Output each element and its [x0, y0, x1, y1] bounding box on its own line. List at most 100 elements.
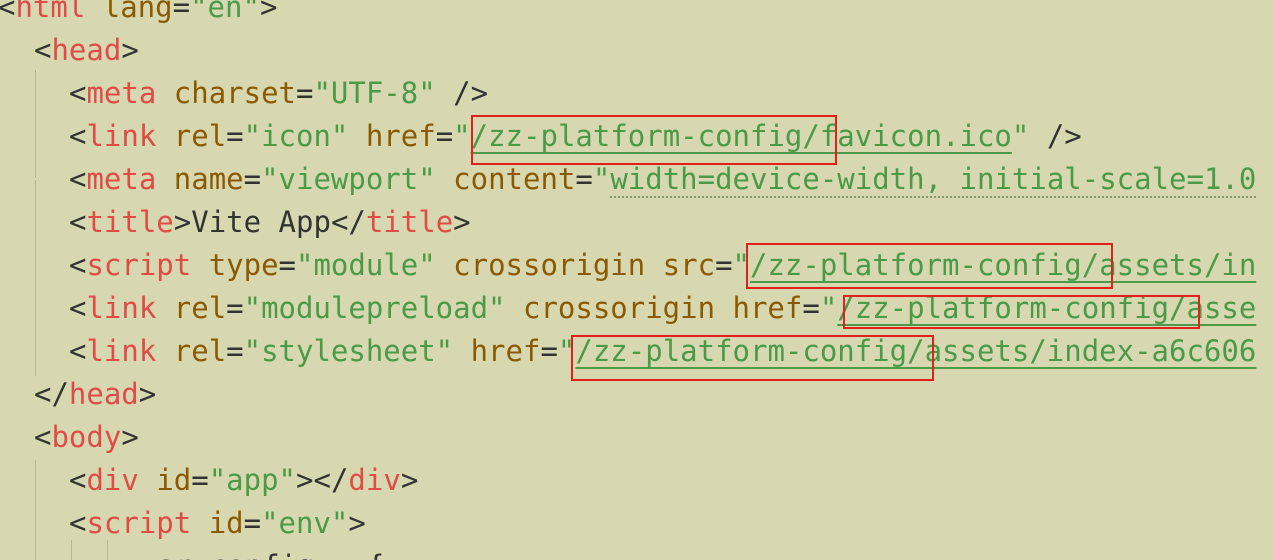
highlight-box	[471, 115, 837, 165]
punct: <	[0, 0, 16, 24]
tag-name: script	[86, 506, 192, 540]
attr-name: id	[191, 506, 244, 540]
punct: >	[348, 506, 366, 540]
attr-value: "UTF-8"	[313, 76, 436, 110]
punct: </	[34, 377, 69, 411]
tag-name: title	[365, 205, 454, 239]
punct: <	[69, 119, 87, 153]
highlight-box	[746, 243, 1113, 289]
tag-name: body	[51, 420, 122, 454]
punct: <	[69, 334, 87, 368]
attr-name: name	[156, 162, 244, 196]
punct: <	[69, 463, 87, 497]
attr-name: charset	[156, 76, 296, 110]
punct: =	[278, 248, 297, 282]
code-text: var config = {	[140, 549, 384, 560]
quote: "	[592, 162, 611, 196]
punct: =	[172, 0, 191, 24]
punct: >	[400, 463, 419, 497]
attr-name: id	[138, 463, 192, 497]
code-line-head-close: </head>	[34, 373, 156, 416]
tag-name: div	[348, 463, 401, 497]
punct: <	[69, 248, 87, 282]
punct: =	[802, 291, 820, 325]
attr-name: href	[453, 334, 541, 368]
punct: >	[173, 205, 192, 239]
punct: =	[226, 119, 244, 153]
attr-value: "viewport"	[261, 162, 436, 196]
punct: =	[226, 291, 244, 325]
punct: />	[435, 76, 489, 110]
attr-name: rel	[156, 334, 227, 368]
tag-name: div	[86, 463, 139, 497]
quote: "	[453, 119, 471, 153]
code-editor[interactable]: <html lang="en"> <head> <meta charset="U…	[0, 0, 1273, 560]
highlight-box	[571, 335, 934, 381]
punct: <	[69, 506, 87, 540]
punct: <	[69, 291, 87, 325]
tag-name: link	[86, 119, 157, 153]
attr-value: "en"	[190, 0, 260, 24]
attr-name: type	[191, 248, 279, 282]
attr-name: rel	[156, 291, 227, 325]
punct: =	[575, 162, 593, 196]
code-line-script-env: <script id="env">	[69, 502, 366, 545]
punct: =	[226, 334, 244, 368]
punct: =	[435, 119, 454, 153]
attr-value: "app"	[208, 463, 297, 497]
tag-name: meta	[86, 162, 157, 196]
attr-name: href	[348, 119, 436, 153]
code-line-div-app: <div id="app"></div>	[69, 459, 418, 502]
punct: >	[121, 33, 139, 67]
attr-value: "modulepreload"	[243, 291, 506, 325]
tag-name: html	[15, 0, 86, 24]
tag-name: link	[86, 291, 157, 325]
indent-guide	[35, 70, 36, 178]
punct: >	[259, 0, 278, 24]
punct: >	[296, 463, 314, 497]
tag-name: title	[86, 205, 174, 239]
attr-value: width=device-width, initial-scale=1.0	[610, 162, 1257, 198]
attr-name: src	[645, 248, 716, 282]
punct: =	[243, 506, 262, 540]
punct: =	[540, 334, 558, 368]
tag-name: head	[68, 377, 139, 411]
code-line-meta-charset: <meta charset="UTF-8" />	[69, 72, 488, 115]
code-line-head-open: <head>	[34, 29, 139, 72]
attr-value: "env"	[261, 506, 349, 540]
indent-guide	[35, 180, 36, 376]
punct: =	[296, 76, 314, 110]
punct: </	[313, 463, 349, 497]
title-text: Vite App	[191, 205, 331, 239]
punct: <	[69, 162, 87, 196]
punct: <	[69, 76, 87, 110]
punct: <	[34, 33, 52, 67]
code-line-config-var: var config = {	[140, 545, 384, 560]
attr-name: rel	[156, 119, 227, 153]
punct: <	[69, 205, 87, 239]
punct: >	[453, 205, 471, 239]
quote: "	[819, 291, 838, 325]
attr-name: crossorigin	[435, 248, 646, 282]
attr-value: "icon"	[243, 119, 349, 153]
tag-name: meta	[86, 76, 157, 110]
attr-name: crossorigin	[505, 291, 716, 325]
punct: <	[34, 420, 52, 454]
indent-guide	[35, 460, 36, 560]
punct: >	[138, 377, 157, 411]
code-line-html: <html lang="en">	[0, 0, 277, 29]
attr-name: lang	[85, 0, 173, 24]
attr-name: href	[715, 291, 803, 325]
attr-name: content	[435, 162, 576, 196]
quote: "	[1011, 119, 1030, 153]
punct: =	[191, 463, 209, 497]
punct: >	[121, 420, 139, 454]
attr-value: "stylesheet"	[243, 334, 454, 368]
code-line-body-open: <body>	[34, 416, 139, 459]
highlight-box	[843, 295, 1200, 329]
tag-name: link	[86, 334, 157, 368]
punct: </	[330, 205, 366, 239]
punct: =	[243, 162, 262, 196]
tag-name: script	[86, 248, 192, 282]
attr-value: "module"	[296, 248, 436, 282]
